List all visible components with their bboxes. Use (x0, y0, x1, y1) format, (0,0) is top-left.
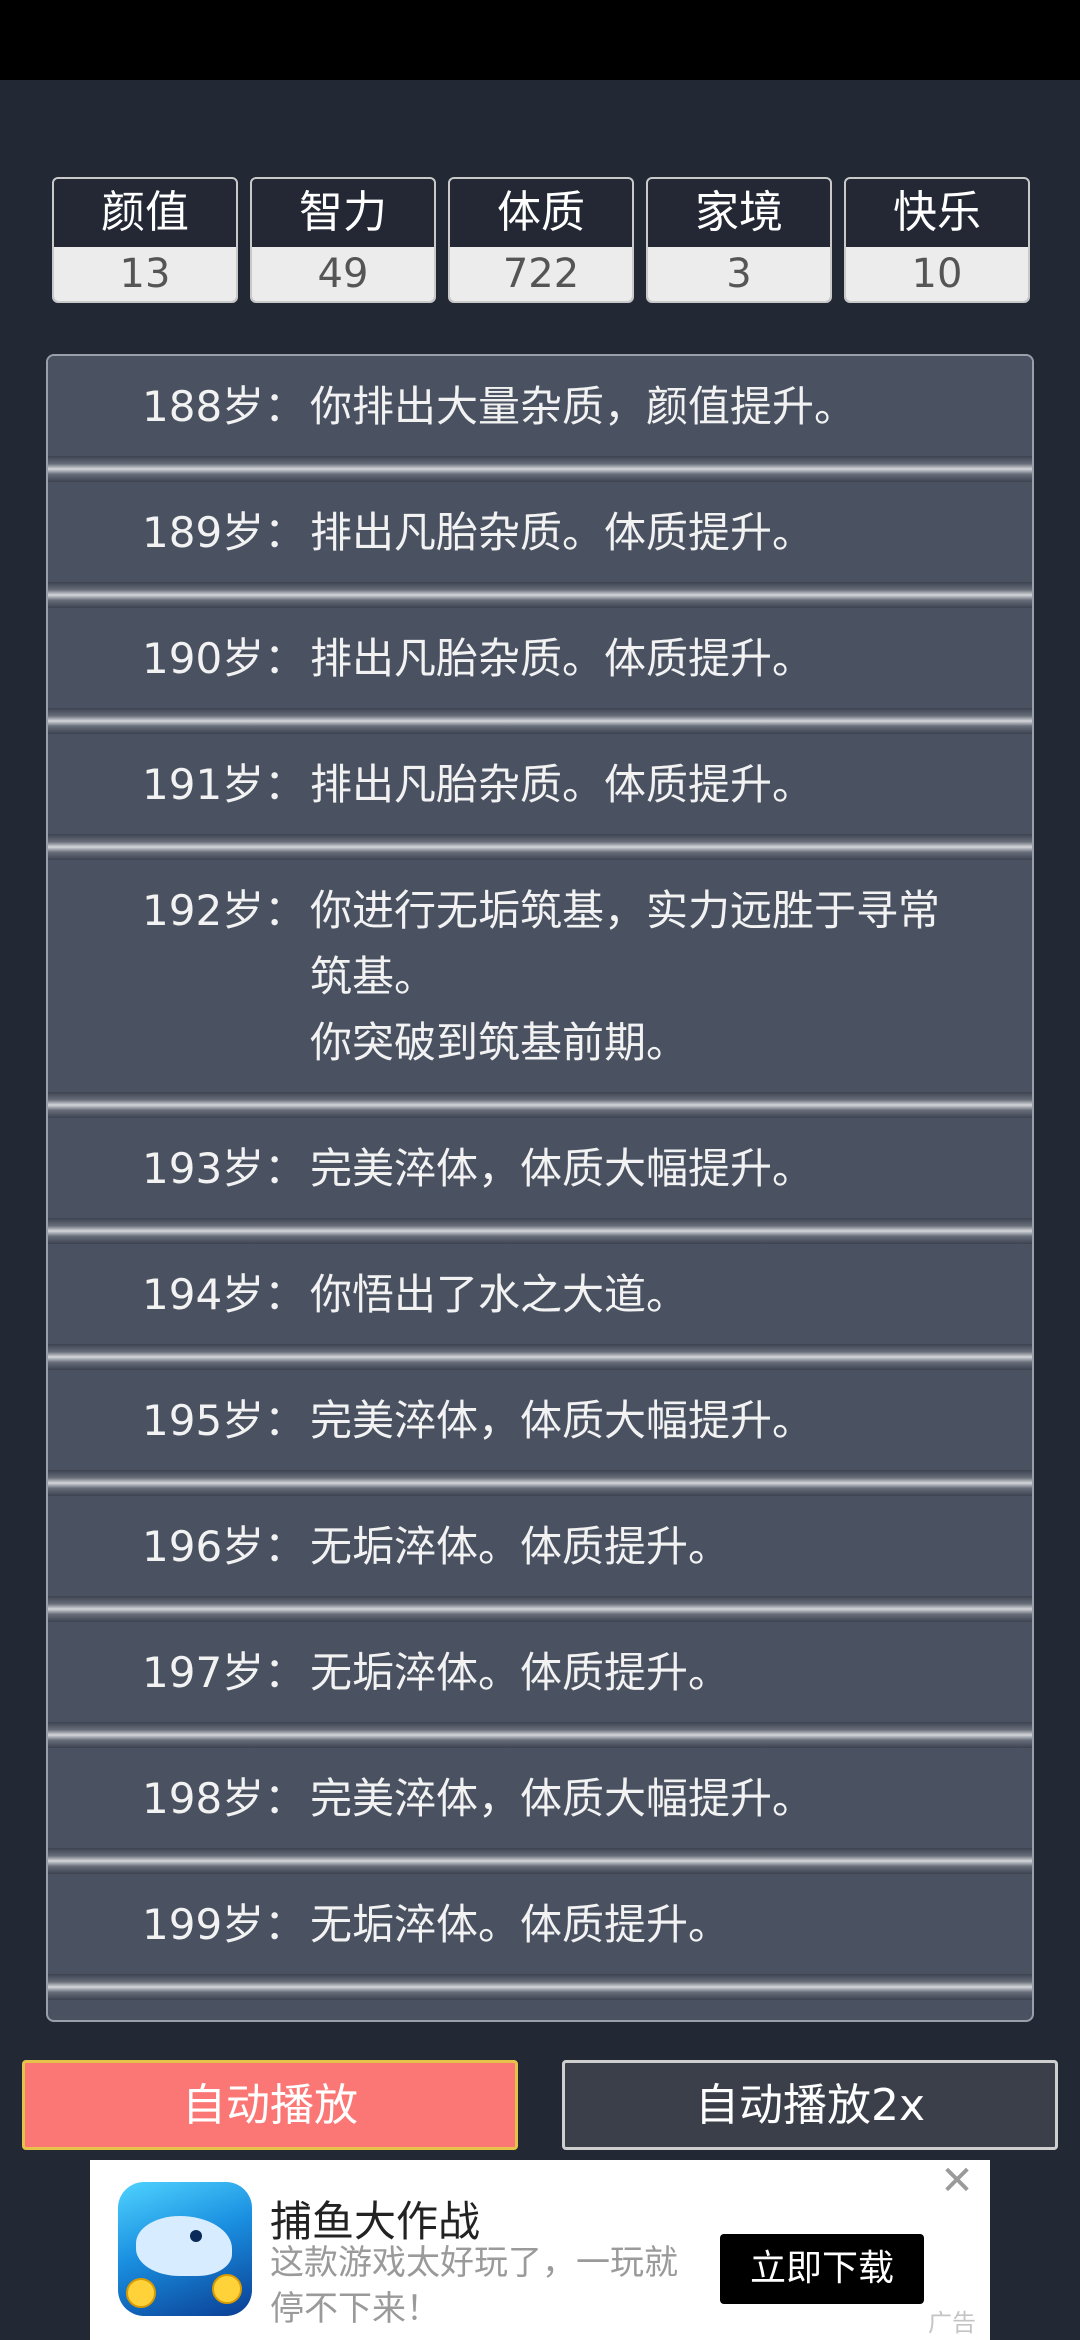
log-age: 188岁： (142, 382, 307, 431)
log-entry: 188岁： 你排出大量杂质，颜值提升。 (48, 356, 1032, 456)
log-line: 排出凡胎杂质。体质提升。 (310, 634, 815, 683)
log-age: 190岁： (142, 634, 307, 683)
stat-value: 722 (450, 247, 632, 301)
shark-eye (190, 2230, 202, 2242)
stat-label: 体质 (497, 187, 585, 238)
game-app-icon[interactable] (118, 2182, 252, 2316)
download-button[interactable]: 立即下载 (720, 2234, 924, 2304)
log-divider (48, 582, 1032, 608)
coin-icon (126, 2278, 156, 2308)
close-icon[interactable]: ✕ (936, 2160, 978, 2202)
log-age: 198岁： (142, 1774, 307, 1823)
log-divider (48, 1218, 1032, 1244)
life-log-panel[interactable]: 188岁： 你排出大量杂质，颜值提升。 189岁： 排出凡胎杂质。体质提升。 1… (46, 354, 1034, 2022)
stat-value: 10 (846, 247, 1028, 301)
stat-value: 49 (252, 247, 434, 301)
log-line: 完美淬体，体质大幅提升。 (310, 1774, 815, 1823)
stat-constitution: 体质 722 (448, 177, 634, 303)
log-divider (48, 1974, 1032, 2000)
log-entry: 191岁： 排出凡胎杂质。体质提升。 (48, 734, 1032, 834)
log-entry: 190岁： 排出凡胎杂质。体质提升。 (48, 608, 1032, 708)
stat-label: 快乐 (893, 187, 981, 238)
log-age: 196岁： (142, 1522, 307, 1571)
log-age: 193岁： (142, 1144, 307, 1193)
log-divider (48, 1344, 1032, 1370)
log-divider (48, 1470, 1032, 1496)
log-text: 无垢淬体。体质提升。 (310, 1892, 1010, 1958)
log-entry: 194岁： 你悟出了水之大道。 (48, 1244, 1032, 1344)
log-divider (48, 456, 1032, 482)
stat-appearance: 颜值 13 (52, 177, 238, 303)
log-line: 无垢淬体。体质提升。 (310, 1648, 731, 1697)
log-line: 你突破到筑基前期。 (310, 1018, 689, 1067)
status-bar (0, 0, 1080, 80)
ad-banner[interactable]: 捕鱼大作战 这款游戏太好玩了，一玩就停不下来！ 立即下载 ✕ 广告 (90, 2160, 990, 2340)
log-age: 195岁： (142, 1396, 307, 1445)
log-line: 完美淬体，体质大幅提升。 (310, 1144, 815, 1193)
log-entry: 198岁： 完美淬体，体质大幅提升。 (48, 1748, 1032, 1848)
log-age: 189岁： (142, 508, 307, 557)
log-line: 排出凡胎杂质。体质提升。 (310, 760, 815, 809)
log-text: 完美淬体，体质大幅提升。 (310, 1388, 1010, 1454)
log-entry: 195岁： 完美淬体，体质大幅提升。 (48, 1370, 1032, 1470)
log-divider (48, 1092, 1032, 1118)
log-age: 191岁： (142, 760, 307, 809)
log-line: 无垢淬体。体质提升。 (310, 1900, 731, 1949)
log-entry: 197岁： 无垢淬体。体质提升。 (48, 1622, 1032, 1722)
log-text: 排出凡胎杂质。体质提升。 (310, 626, 1010, 692)
stat-label: 颜值 (101, 187, 189, 238)
log-entry: 189岁： 排出凡胎杂质。体质提升。 (48, 482, 1032, 582)
log-text: 你悟出了水之大道。 (310, 1262, 1010, 1328)
log-age: 194岁： (142, 1270, 307, 1319)
log-line: 排出凡胎杂质。体质提升。 (310, 508, 815, 557)
stat-happiness: 快乐 10 (844, 177, 1030, 303)
log-divider (48, 1596, 1032, 1622)
auto-play-button[interactable]: 自动播放 (22, 2060, 518, 2150)
stat-intelligence: 智力 49 (250, 177, 436, 303)
log-text: 无垢淬体。体质提升。 (310, 1640, 1010, 1706)
ad-description: 这款游戏太好玩了，一玩就停不下来！ (270, 2243, 678, 2329)
log-entry: 199岁： 无垢淬体。体质提升。 (48, 1874, 1032, 1974)
log-text: 完美淬体，体质大幅提升。 (310, 1136, 1010, 1202)
log-text: 完美淬体，体质大幅提升。 (310, 1766, 1010, 1832)
log-entry: 196岁： 无垢淬体。体质提升。 (48, 1496, 1032, 1596)
ad-label: 广告 (928, 2309, 976, 2337)
stat-value: 13 (54, 247, 236, 301)
shark-graphic (136, 2216, 232, 2276)
log-entry: 193岁： 完美淬体，体质大幅提升。 (48, 1118, 1032, 1218)
log-line: 筑基。 (310, 952, 437, 1001)
log-age: 192岁： (142, 886, 307, 935)
log-line: 无垢淬体。体质提升。 (310, 1522, 731, 1571)
log-entry: 192岁： 你进行无垢筑基，实力远胜于寻常 筑基。 你突破到筑基前期。 (48, 860, 1032, 1092)
stat-value: 3 (648, 247, 830, 301)
stat-label: 智力 (299, 187, 387, 238)
auto-play-2x-button[interactable]: 自动播放2x (562, 2060, 1058, 2150)
log-line: 完美淬体，体质大幅提升。 (310, 1396, 815, 1445)
log-line: 你排出大量杂质，颜值提升。 (310, 382, 857, 431)
stats-bar: 颜值 13 智力 49 体质 722 家境 3 快乐 10 (52, 177, 1030, 303)
log-divider (48, 708, 1032, 734)
log-divider (48, 834, 1032, 860)
log-divider (48, 1722, 1032, 1748)
log-text: 排出凡胎杂质。体质提升。 (310, 752, 1010, 818)
log-text: 无垢淬体。体质提升。 (310, 1514, 1010, 1580)
log-line: 你进行无垢筑基，实力远胜于寻常 (310, 886, 941, 935)
log-text: 排出凡胎杂质。体质提升。 (310, 500, 1010, 566)
coin-icon (212, 2274, 242, 2304)
log-text: 你进行无垢筑基，实力远胜于寻常 筑基。 你突破到筑基前期。 (310, 878, 1010, 1076)
log-text: 你排出大量杂质，颜值提升。 (310, 374, 1010, 440)
stat-label: 家境 (695, 187, 783, 238)
log-age: 197岁： (142, 1648, 307, 1697)
stat-family: 家境 3 (646, 177, 832, 303)
log-age: 199岁： (142, 1900, 307, 1949)
log-line: 你悟出了水之大道。 (310, 1270, 689, 1319)
log-divider (48, 1848, 1032, 1874)
